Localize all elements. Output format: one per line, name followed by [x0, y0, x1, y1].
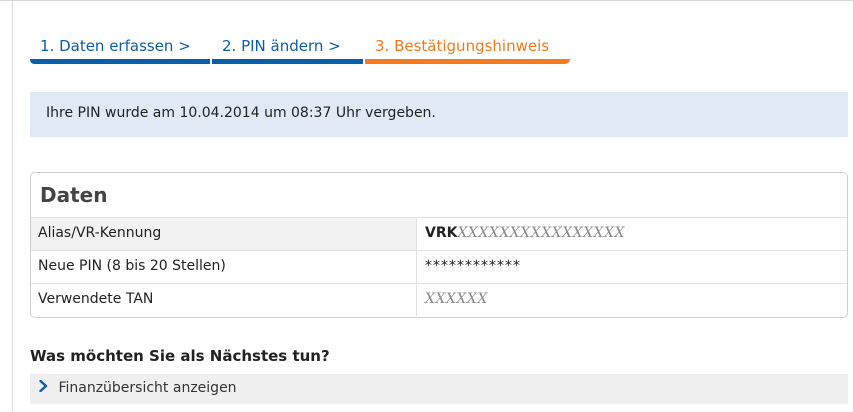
wizard-steps: 1. Daten erfassen > 2. PIN ändern > 3. B… [30, 36, 570, 66]
alias-prefix: VRK [425, 225, 458, 241]
step-progress-bar [212, 59, 363, 64]
data-value: VRKXXXXXXXXXXXXXXXX [417, 218, 847, 250]
page-frame-left-border [12, 0, 13, 412]
step-label: 3. Bestätigungshinweis [375, 37, 550, 55]
step-progress-bar-active [365, 59, 570, 64]
data-row-alias: Alias/VR-Kennung VRKXXXXXXXXXXXXXXXX [31, 217, 847, 250]
link-label: Finanzübersicht anzeigen [58, 380, 237, 396]
data-label: Alias/VR-Kennung [31, 218, 417, 250]
finanzuebersicht-link[interactable]: Finanzübersicht anzeigen [30, 374, 848, 404]
info-banner: Ihre PIN wurde am 10.04.2014 um 08:37 Uh… [30, 92, 848, 137]
step-label: 2. PIN ändern > [222, 37, 341, 55]
data-row-new-pin: Neue PIN (8 bis 20 Stellen) ************ [31, 250, 847, 283]
step-pin-aendern[interactable]: 2. PIN ändern > [212, 36, 363, 64]
step-bestaetigungshinweis: 3. Bestätigungshinweis [365, 36, 570, 64]
data-row-tan: Verwendete TAN XXXXXX [31, 283, 847, 316]
data-value: ************ [425, 258, 521, 274]
data-value: XXXXXX [417, 284, 847, 316]
next-steps-title: Was möchten Sie als Nächstes tun? [30, 347, 330, 365]
step-daten-erfassen[interactable]: 1. Daten erfassen > [30, 36, 210, 64]
tan-masked: XXXXXX [425, 291, 488, 307]
data-panel: Daten Alias/VR-Kennung VRKXXXXXXXXXXXXXX… [30, 172, 848, 318]
data-label: Neue PIN (8 bis 20 Stellen) [31, 251, 417, 283]
step-label: 1. Daten erfassen > [40, 37, 191, 55]
chevron-right-icon [39, 379, 48, 396]
panel-title: Daten [40, 183, 108, 207]
data-label: Verwendete TAN [31, 284, 417, 316]
alias-masked: XXXXXXXXXXXXXXXX [457, 225, 625, 241]
step-progress-bar [30, 59, 210, 64]
info-message: Ihre PIN wurde am 10.04.2014 um 08:37 Uh… [46, 105, 436, 121]
